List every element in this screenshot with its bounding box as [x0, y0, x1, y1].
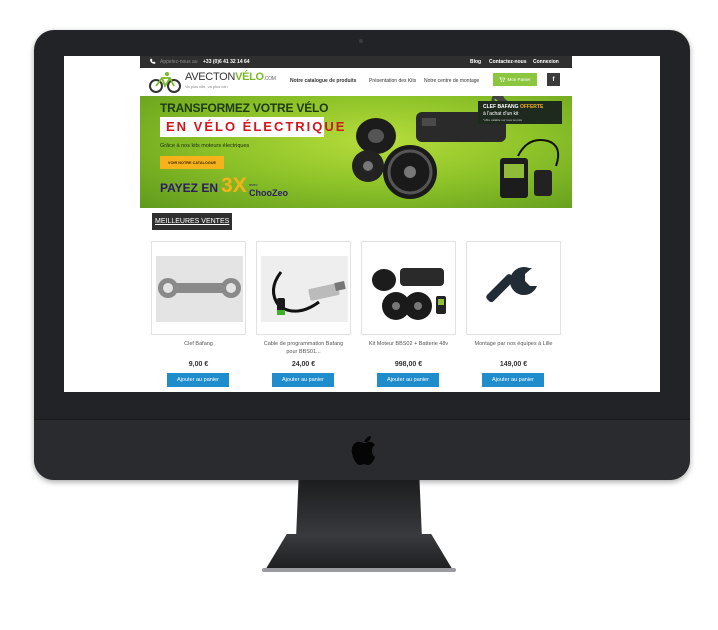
- site-header: AVECTONVÉLO.COM Va plus vite, va plus lo…: [140, 68, 572, 94]
- product-name[interactable]: Montage par nos équipes à Lille: [470, 340, 557, 348]
- nav-mounting-center[interactable]: Notre centre de montage: [424, 78, 479, 84]
- add-to-cart-button[interactable]: Ajouter au panier: [272, 373, 334, 387]
- product-name[interactable]: Cable de programmation Bafang pour BBS01…: [260, 340, 347, 356]
- cart-button[interactable]: Mon Panier: [493, 73, 537, 86]
- offer-line3: *offre valable sur tous les kits: [483, 118, 522, 122]
- brand-suffix: .COM: [263, 76, 276, 82]
- bafang-key-icon: [156, 256, 243, 322]
- usb-cable-icon: [261, 256, 348, 322]
- camera-dot: [359, 39, 363, 43]
- payez-text: PAYEZ EN: [160, 181, 219, 195]
- product-price: 998,00 €: [394, 361, 423, 368]
- banner-subtitle: Grâce à nos kits moteurs électriques: [160, 143, 250, 149]
- product-image[interactable]: [151, 241, 246, 335]
- add-to-cart-button[interactable]: Ajouter au panier: [377, 373, 439, 387]
- brand-part2: VÉLO: [235, 71, 264, 83]
- nav-kits[interactable]: Présentation des Kits: [369, 78, 416, 84]
- avec-text: avec: [249, 182, 258, 187]
- add-to-cart-button[interactable]: Ajouter au panier: [482, 373, 544, 387]
- three-x-text: 3X: [221, 174, 247, 197]
- blog-link[interactable]: Blog: [470, 59, 481, 65]
- cart-icon: [499, 77, 506, 82]
- product-card[interactable]: Montage par nos équipes à Lille 149,00 €…: [466, 241, 561, 392]
- product-card[interactable]: Clef Bafang 9,00 € Ajouter au panier: [151, 241, 246, 392]
- stand-edge: [262, 568, 456, 572]
- product-image[interactable]: [466, 241, 561, 335]
- offer-line1: CLEF BAFANG OFFERTE: [483, 104, 543, 110]
- offer-line2: à l'achat d'un kit: [483, 111, 519, 117]
- product-price: 24,00 €: [291, 361, 316, 368]
- view-catalog-button[interactable]: VOIR NOTRE CATALOGUE: [160, 156, 224, 169]
- contact-link[interactable]: Contactez-nous: [489, 59, 527, 65]
- best-sellers-title[interactable]: MEILLEURES VENTES: [152, 213, 233, 230]
- product-image[interactable]: [256, 241, 351, 335]
- product-price: 9,00 €: [188, 361, 209, 368]
- product-image[interactable]: [361, 241, 456, 335]
- tagline: Va plus vite, va plus loin: [185, 84, 228, 89]
- imac-monitor: Appelez-nous au +33 (0)6 41 32 14 64 Blo…: [34, 30, 690, 480]
- facebook-button[interactable]: f: [547, 73, 560, 86]
- product-price: 149,00 €: [499, 361, 528, 368]
- motor-kit-icon: [372, 268, 446, 320]
- product-card[interactable]: Kit Moteur BBS02 + Batterie 48v 998,00 €…: [361, 241, 456, 392]
- offer-highlight: OFFERTE: [519, 104, 544, 110]
- top-bar: Appelez-nous au +33 (0)6 41 32 14 64 Blo…: [140, 56, 572, 68]
- stand-neck: [296, 480, 422, 538]
- phone-icon: [150, 58, 156, 64]
- call-label: Appelez-nous au: [160, 59, 198, 65]
- product-name[interactable]: Clef Bafang: [155, 340, 242, 348]
- cart-label: Mon Panier: [507, 77, 531, 82]
- phone-number[interactable]: +33 (0)6 41 32 14 64: [203, 59, 250, 65]
- add-to-cart-button[interactable]: Ajouter au panier: [167, 373, 229, 387]
- apple-logo-icon: [351, 436, 375, 465]
- product-name[interactable]: Kit Moteur BBS02 + Batterie 48v: [365, 340, 452, 348]
- brand-name[interactable]: AVECTONVÉLO.COM: [185, 71, 276, 83]
- login-link[interactable]: Connexion: [533, 59, 559, 65]
- brand-part1: AVECTON: [185, 71, 236, 83]
- choozeo-logo: ChooZeo: [249, 188, 288, 198]
- hero-banner[interactable]: TRANSFORMEZ VOTRE VÉLO EN VÉLO ÉLECTRIQU…: [140, 96, 572, 208]
- stand-base: [264, 534, 454, 572]
- banner-title: TRANSFORMEZ VOTRE VÉLO: [160, 101, 329, 115]
- browser-screen: Appelez-nous au +33 (0)6 41 32 14 64 Blo…: [64, 56, 660, 392]
- product-card[interactable]: Cable de programmation Bafang pour BBS01…: [256, 241, 351, 392]
- wrench-icon: [486, 267, 537, 303]
- offer-line1-text: CLEF BAFANG: [483, 104, 520, 110]
- banner-highlight: EN VÉLO ÉLECTRIQUE: [166, 119, 347, 134]
- bike-logo-icon[interactable]: [148, 71, 182, 93]
- nav-catalog[interactable]: Notre catalogue de produits: [290, 78, 356, 84]
